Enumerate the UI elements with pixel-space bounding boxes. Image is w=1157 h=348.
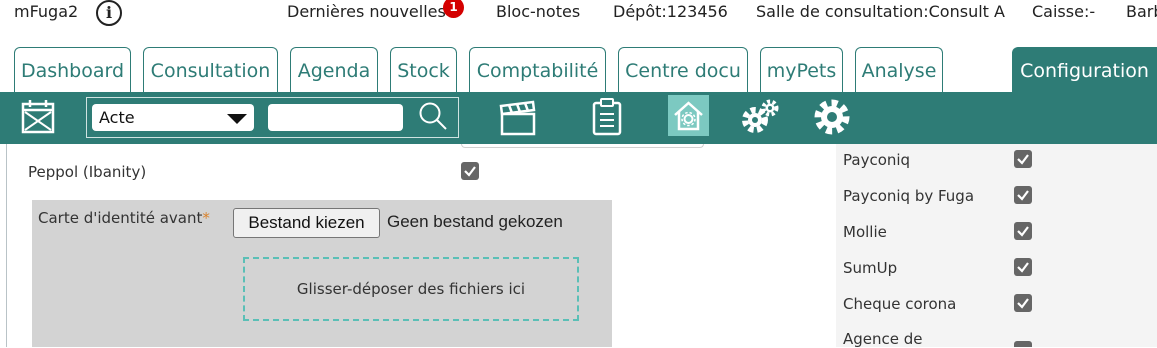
tab-analyse[interactable]: Analyse	[855, 47, 943, 92]
payconiq-fuga-checkbox[interactable]	[1014, 186, 1032, 204]
sumup-checkbox[interactable]	[1014, 258, 1032, 276]
toolbar: Acte	[0, 92, 1157, 144]
gear-icon[interactable]	[812, 97, 852, 141]
config-content: Peppol (Ibanity) Carte d'identité avant*…	[0, 144, 1157, 348]
payment-option-label: Mollie	[843, 223, 887, 241]
tab-mypets[interactable]: myPets	[760, 47, 843, 92]
tab-comptabilite[interactable]: Comptabilité	[469, 47, 606, 92]
tab-dashboard[interactable]: Dashboard	[14, 47, 131, 92]
divider	[6, 144, 7, 347]
clapperboard-icon[interactable]	[499, 100, 537, 140]
tab-centre-docu[interactable]: Centre docu	[618, 47, 748, 92]
act-type-select-value: Acte	[99, 108, 135, 127]
search-icon[interactable]	[418, 101, 448, 135]
cheque-corona-checkbox[interactable]	[1014, 294, 1032, 312]
clipboard-icon[interactable]	[591, 98, 623, 140]
payment-option-label: SumUp	[843, 259, 898, 277]
dropdown-edge	[461, 144, 704, 148]
tab-stock[interactable]: Stock	[390, 47, 457, 92]
home-settings-button[interactable]	[668, 95, 709, 136]
chevron-down-icon	[227, 114, 247, 124]
file-dropzone[interactable]: Glisser-déposer des fichiers ici	[243, 257, 579, 321]
tab-agenda[interactable]: Agenda	[290, 47, 378, 92]
agence-checkbox[interactable]	[1014, 341, 1032, 347]
choose-file-button[interactable]: Bestand kiezen	[233, 208, 380, 238]
tab-configuration[interactable]: Configuration	[1012, 47, 1157, 92]
gears-icon[interactable]	[740, 97, 780, 141]
payment-option-label: Agence de	[843, 330, 923, 348]
id-card-label-text: Carte d'identité avant	[38, 209, 203, 227]
id-card-label: Carte d'identité avant*	[38, 209, 210, 227]
mollie-checkbox[interactable]	[1014, 222, 1032, 240]
payment-option-label: Payconiq by Fuga	[843, 187, 975, 205]
payment-option-label: Payconiq	[843, 151, 911, 169]
act-type-select[interactable]: Acte	[92, 104, 254, 131]
tab-consultation[interactable]: Consultation	[143, 47, 278, 92]
no-file-chosen-text: Geen bestand gekozen	[387, 212, 563, 231]
main-tabs: Dashboard Consultation Agenda Stock Comp…	[0, 0, 1157, 92]
home-settings-icon	[672, 99, 705, 136]
search-input[interactable]	[268, 104, 403, 131]
payment-options-panel	[836, 144, 1157, 347]
payconiq-checkbox[interactable]	[1014, 150, 1032, 168]
peppol-checkbox[interactable]	[461, 162, 479, 180]
calendar-icon[interactable]	[20, 99, 56, 139]
peppol-label: Peppol (Ibanity)	[28, 163, 147, 181]
required-mark: *	[202, 209, 210, 227]
payment-option-label: Cheque corona	[843, 295, 957, 313]
